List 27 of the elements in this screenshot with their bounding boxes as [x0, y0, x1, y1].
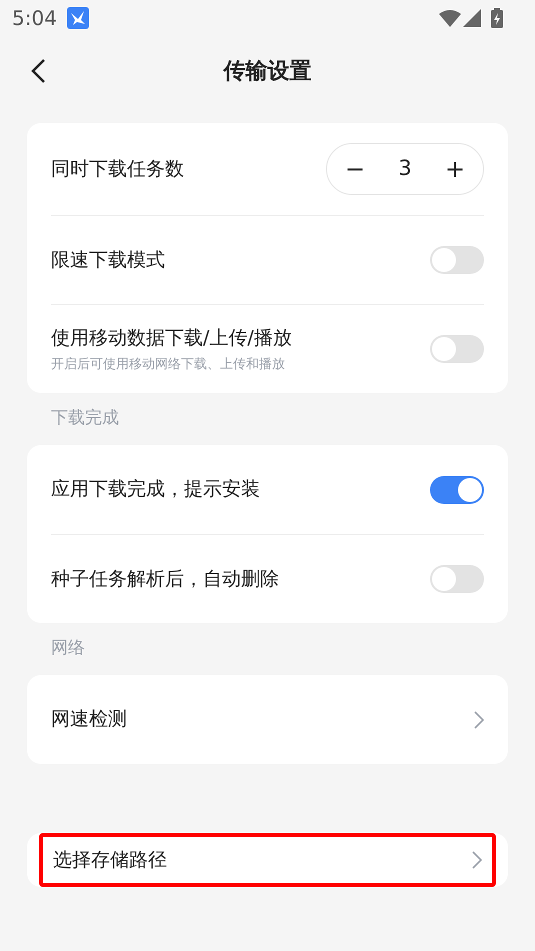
- setting-label: 种子任务解析后，自动删除: [51, 566, 280, 592]
- setting-label: 同时下载任务数: [51, 156, 185, 182]
- settings-row[interactable]: 选择存储路径: [39, 833, 496, 887]
- chevron-right-icon: [472, 851, 482, 869]
- chevron-right-icon: [474, 710, 484, 728]
- page-title: 传输设置: [224, 58, 312, 86]
- toggle-switch[interactable]: [430, 476, 484, 504]
- status-time: 5:04: [12, 5, 57, 32]
- setting-label: 网速检测: [51, 707, 128, 732]
- signal-icon: [463, 9, 481, 27]
- settings-row[interactable]: 网速检测: [51, 675, 484, 764]
- toggle-switch[interactable]: [430, 335, 484, 363]
- wifi-icon: [439, 9, 461, 27]
- setting-label: 应用下载完成，提示安装: [51, 477, 261, 502]
- stepper-value: 3: [397, 155, 413, 182]
- setting-label: 使用移动数据下载/上传/播放: [51, 326, 293, 351]
- setting-label: 限速下载模式: [51, 248, 166, 273]
- toggle-switch[interactable]: [430, 246, 484, 274]
- setting-label: 选择存储路径: [53, 848, 168, 873]
- battery-icon: [491, 8, 503, 28]
- back-icon[interactable]: [30, 58, 46, 84]
- setting-description: 开启后可使用移动网络下载、上传和播放: [51, 356, 286, 374]
- toggle-switch[interactable]: [430, 565, 484, 593]
- increase-button[interactable]: +: [427, 144, 483, 194]
- decrease-button[interactable]: −: [327, 144, 383, 194]
- section-label: 下载完成: [51, 407, 119, 430]
- section-label: 网络: [51, 637, 85, 660]
